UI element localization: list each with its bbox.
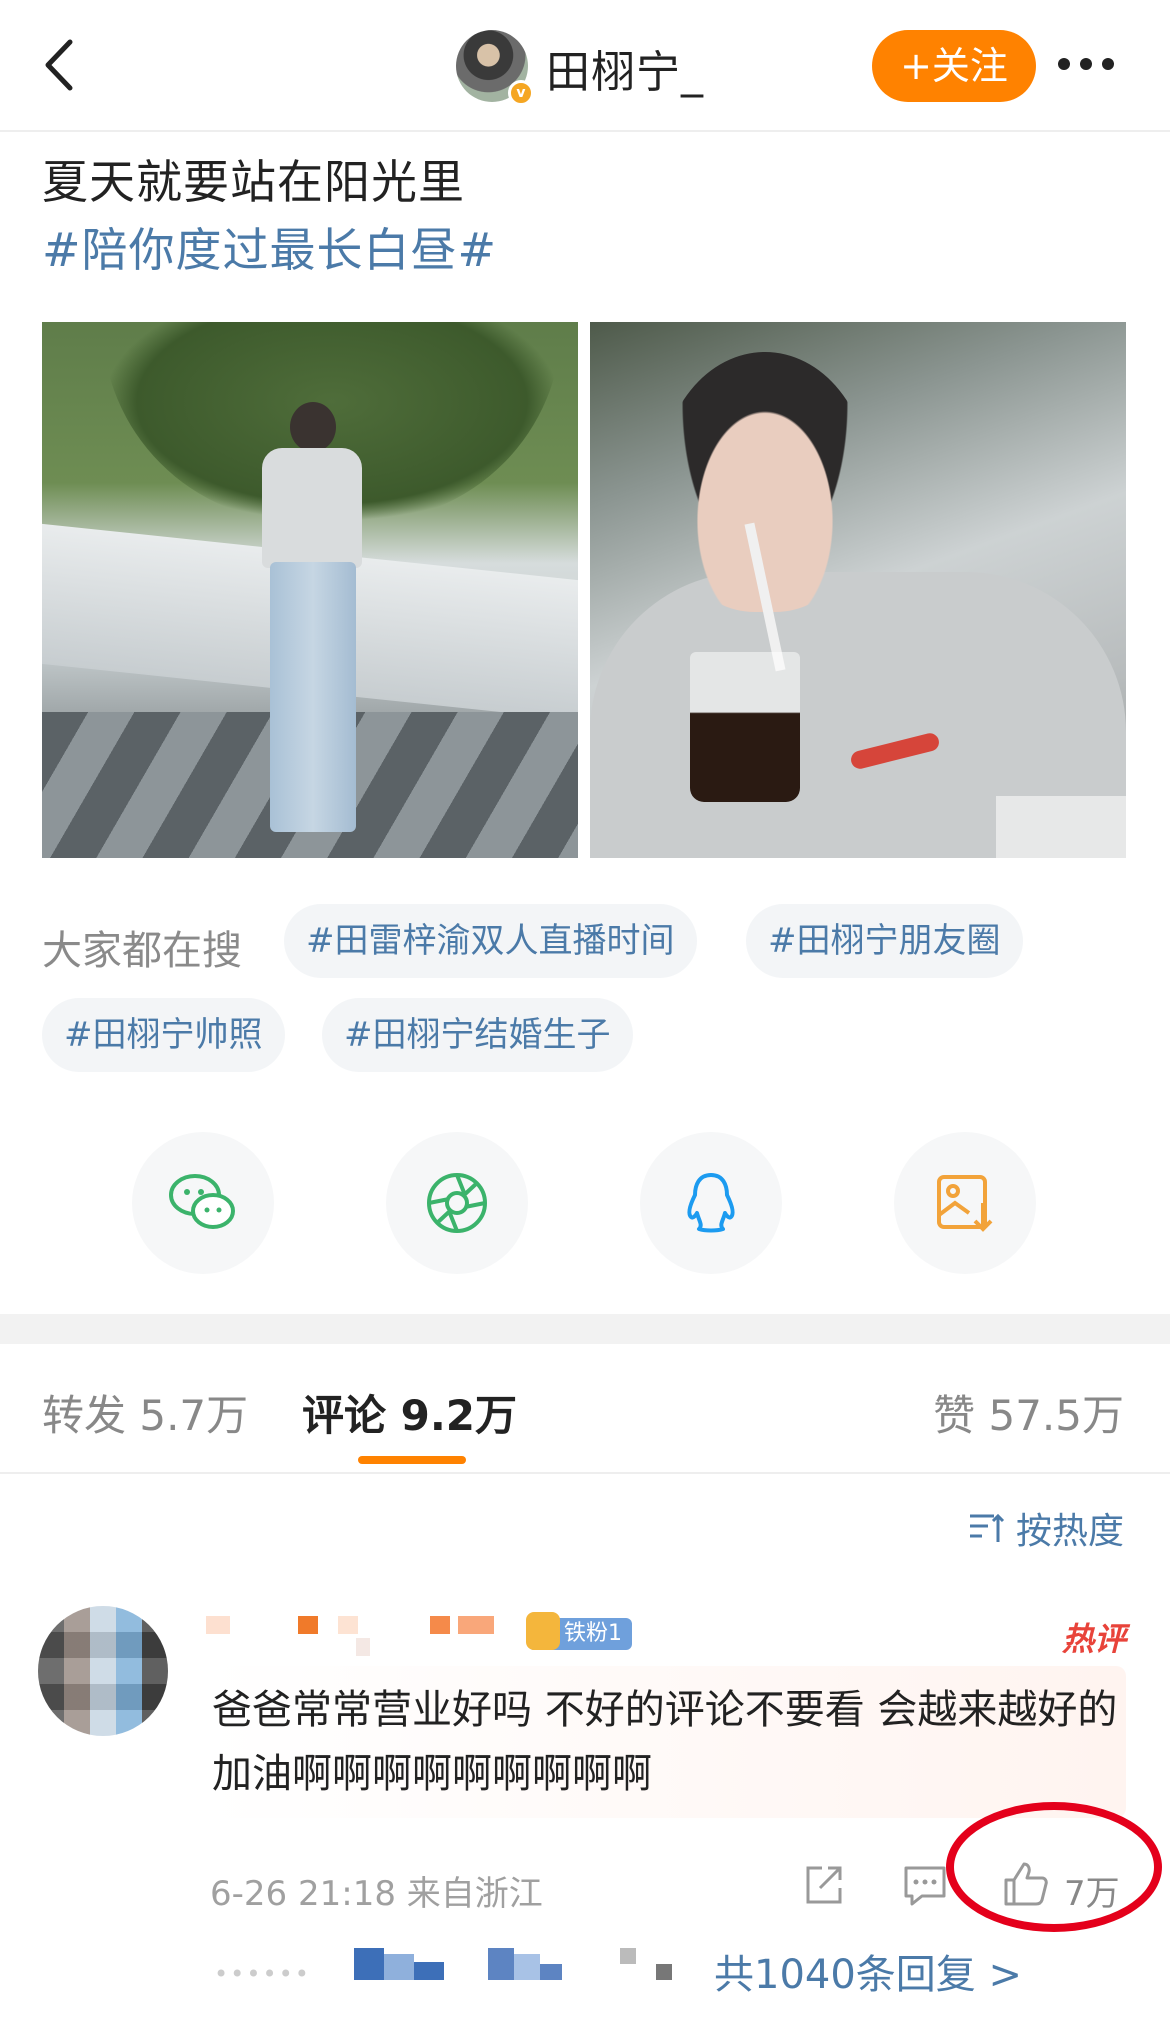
back-button[interactable] [30, 30, 100, 100]
back-arrow-icon [45, 39, 73, 91]
trending-tag[interactable]: #田栩宁朋友圈 [746, 904, 1023, 978]
reply-avatar-redacted[interactable] [620, 1948, 680, 1980]
post-photo-2[interactable] [590, 322, 1126, 858]
tabs-divider [0, 1472, 1170, 1474]
reply-avatar-redacted[interactable] [354, 1948, 454, 1980]
trending-label: 大家都在搜 [42, 928, 242, 974]
share-moments-button[interactable] [386, 1132, 528, 1274]
tab-comments[interactable]: 评论 9.2万 [302, 1382, 517, 1443]
share-comment-icon[interactable] [800, 1862, 846, 1908]
more-dot-icon [1058, 58, 1070, 70]
comment-text: 爸爸常常营业好吗 不好的评论不要看 会越来越好的加油啊啊啊啊啊啊啊啊啊 [206, 1666, 1126, 1818]
moments-icon [427, 1173, 487, 1233]
reply-avatar-redacted[interactable] [488, 1948, 568, 1980]
post-photo-1[interactable] [42, 322, 578, 858]
sort-icon [969, 1513, 1005, 1542]
sort-label: 按热度 [1015, 1511, 1124, 1552]
follow-button[interactable]: +关注 [872, 30, 1036, 102]
tab-repost[interactable]: 转发 5.7万 [42, 1382, 248, 1443]
more-dot-icon [1102, 58, 1114, 70]
comment-time-location: 6-26 21:18 来自浙江 [210, 1874, 543, 1914]
post-text: 夏天就要站在阳光里 [42, 155, 465, 209]
more-options-button[interactable] [1058, 44, 1128, 84]
user-name[interactable]: 田栩宁_ [546, 36, 704, 100]
sort-by-hot-button[interactable]: 按热度 [966, 1502, 1124, 1554]
active-tab-indicator [358, 1456, 466, 1464]
commenter-avatar[interactable] [38, 1606, 168, 1736]
share-wechat-button[interactable] [132, 1132, 274, 1274]
tab-likes[interactable]: 赞 57.5万 [933, 1382, 1124, 1443]
save-image-button[interactable] [894, 1132, 1036, 1274]
trending-tag[interactable]: #田雷梓渝双人直播时间 [284, 904, 697, 978]
fan-crown-icon [526, 1612, 560, 1650]
commenter-name-redacted[interactable] [206, 1610, 506, 1656]
reply-comment-icon[interactable] [902, 1862, 948, 1908]
more-dot-icon [1080, 58, 1092, 70]
wechat-icon [169, 1174, 235, 1229]
share-qq-button[interactable] [640, 1132, 782, 1274]
trending-tag[interactable]: #田栩宁结婚生子 [322, 998, 633, 1072]
post-hashtag-link[interactable]: #陪你度过最长白昼# [42, 214, 497, 280]
verified-badge-icon: v [508, 80, 534, 106]
reply-preview-dots: •••••• [214, 1960, 311, 1988]
trending-tag[interactable]: #田栩宁帅照 [42, 998, 285, 1072]
highlight-annotation-circle [946, 1802, 1162, 1932]
top-bar: v 田栩宁_ +关注 [0, 0, 1170, 132]
save-image-icon [937, 1175, 993, 1232]
view-replies-link[interactable]: 共1040条回复 > [714, 1942, 1022, 2000]
qq-icon [687, 1173, 735, 1233]
hot-comment-badge: 热评 [1061, 1620, 1126, 1658]
fan-level-badge: 铁粉1 [526, 1612, 632, 1650]
image-watermark [996, 796, 1126, 858]
section-divider [0, 1314, 1170, 1344]
